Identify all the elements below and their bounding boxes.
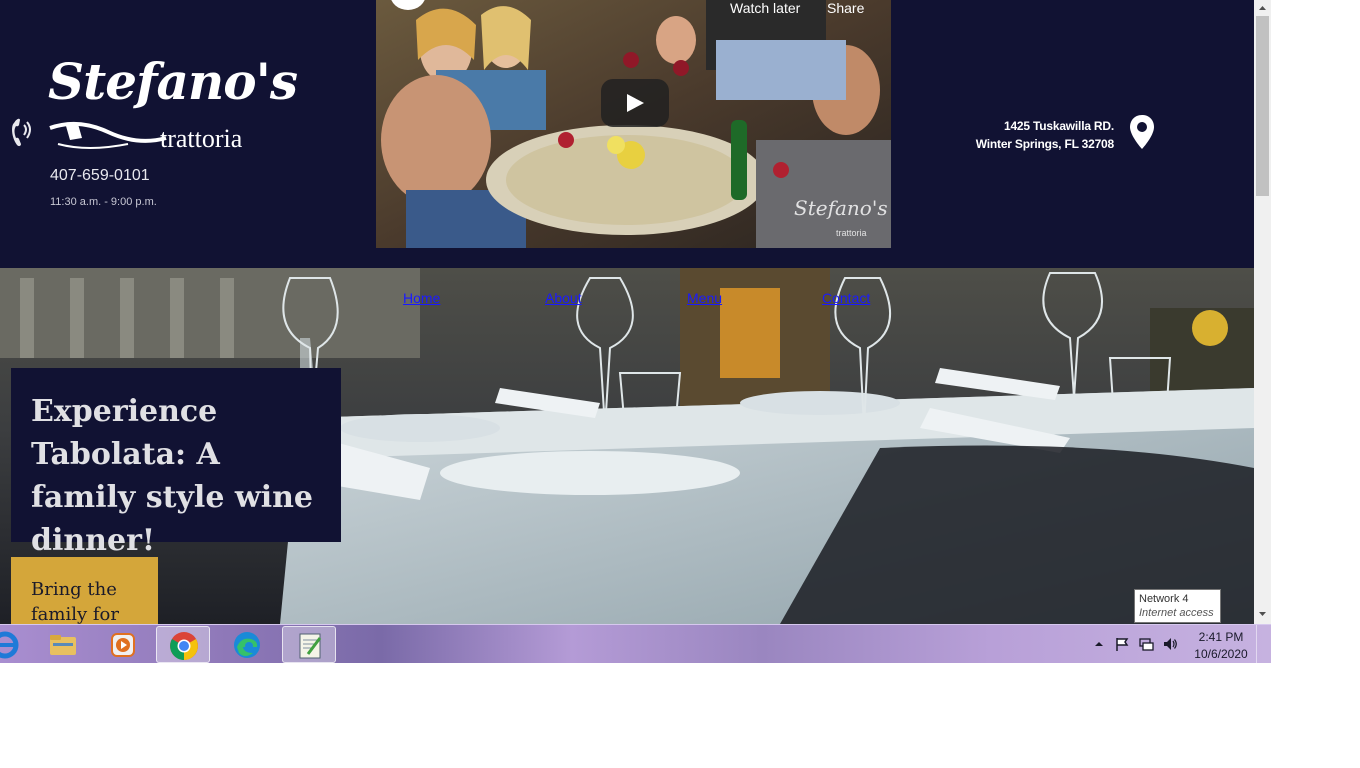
- address-block: 1425 Tuskawilla RD. Winter Springs, FL 3…: [976, 117, 1114, 153]
- phone-icon[interactable]: [8, 115, 38, 151]
- map-pin-icon[interactable]: [1128, 114, 1156, 150]
- taskbar-internet-explorer[interactable]: [0, 626, 32, 663]
- nav-link-about[interactable]: About: [545, 290, 582, 306]
- action-center-flag-icon[interactable]: [1114, 636, 1130, 652]
- taskbar-chrome[interactable]: [156, 626, 210, 663]
- clock-time: 2:41 PM: [1198, 630, 1244, 644]
- windows-taskbar: 2:41 PM 10/6/2020: [0, 624, 1271, 663]
- cta-card[interactable]: Bring the family for: [11, 557, 158, 624]
- scrollbar-thumb[interactable]: [1256, 16, 1269, 196]
- event-title: Experience Tabolata: A family style wine…: [31, 394, 313, 558]
- main-nav: Home About Menu Contact: [0, 290, 1254, 310]
- embedded-video[interactable]: Watch later Share Stefano's trattoria: [376, 0, 891, 248]
- address-line-1: 1425 Tuskawilla RD.: [1003, 119, 1114, 133]
- folder-icon: [50, 635, 76, 655]
- tooltip-title: Network 4: [1139, 593, 1189, 605]
- opening-hours: 11:30 a.m. - 9:00 p.m.: [50, 196, 157, 208]
- nav-link-menu[interactable]: Menu: [687, 290, 722, 306]
- logo-script-text: Stefano's: [48, 52, 298, 111]
- internet-explorer-icon: [0, 631, 19, 659]
- taskbar-notepad-app[interactable]: [282, 626, 336, 663]
- watch-later-button[interactable]: Watch later: [730, 0, 800, 16]
- browser-viewport: Stefano's trattoria 407-659-0101 11:30 a…: [0, 0, 1254, 624]
- logo-sub-text: trattoria: [160, 124, 243, 153]
- media-player-icon: [111, 633, 135, 657]
- nav-link-contact[interactable]: Contact: [822, 290, 870, 306]
- cta-text: Bring the family for: [31, 579, 119, 624]
- notepad-icon: [299, 633, 322, 659]
- phone-number[interactable]: 407-659-0101: [50, 167, 150, 185]
- nav-link-home[interactable]: Home: [403, 290, 440, 306]
- chrome-icon: [170, 632, 198, 660]
- site-logo[interactable]: Stefano's trattoria: [48, 52, 298, 162]
- edge-icon: [234, 632, 260, 658]
- taskbar-clock[interactable]: 2:41 PM 10/6/2020: [1188, 629, 1254, 663]
- play-icon: [627, 94, 644, 112]
- play-button[interactable]: [601, 79, 669, 127]
- share-button[interactable]: Share: [827, 0, 864, 16]
- clock-date: 10/6/2020: [1194, 647, 1248, 661]
- logo-swoosh-graphic: [49, 121, 167, 149]
- tooltip-subtitle: Internet access: [1139, 607, 1214, 619]
- taskbar-file-explorer[interactable]: [36, 626, 90, 663]
- taskbar-edge[interactable]: [220, 626, 274, 663]
- hero-section: Home About Menu Contact Experience Tabol…: [0, 268, 1254, 624]
- desktop-screen: Stefano's trattoria 407-659-0101 11:30 a…: [0, 0, 1360, 768]
- network-tooltip: Network 4 Internet access: [1134, 589, 1221, 623]
- show-desktop-button[interactable]: [1256, 625, 1271, 663]
- volume-icon[interactable]: [1162, 636, 1178, 652]
- scroll-down-arrow-icon[interactable]: [1254, 606, 1271, 622]
- video-watermark: Stefano's: [794, 196, 888, 220]
- scroll-up-arrow-icon[interactable]: [1254, 0, 1271, 16]
- video-watermark-sub: trattoria: [836, 228, 867, 238]
- event-card: Experience Tabolata: A family style wine…: [11, 368, 341, 558]
- taskbar-media-player[interactable]: [96, 626, 150, 663]
- vertical-scrollbar[interactable]: [1254, 0, 1271, 624]
- site-header: Stefano's trattoria 407-659-0101 11:30 a…: [0, 0, 1254, 268]
- network-icon[interactable]: [1138, 636, 1154, 652]
- show-hidden-icons-icon[interactable]: [1091, 636, 1107, 652]
- address-line-2: Winter Springs, FL 32708: [975, 137, 1114, 151]
